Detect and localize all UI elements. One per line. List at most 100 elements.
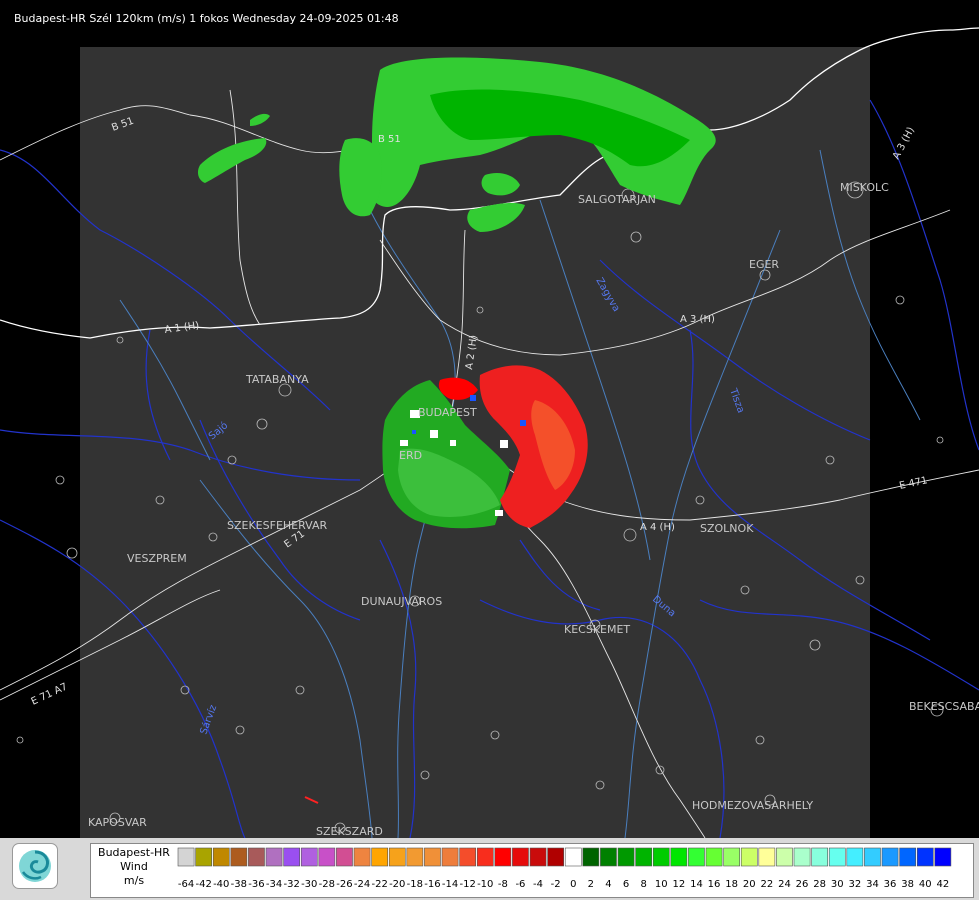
legend-swatch: [846, 847, 864, 867]
legend-swatch: [230, 847, 248, 867]
city-label: TATABANYA: [245, 373, 309, 386]
legend-swatch: [195, 847, 213, 867]
road-label: B 51: [378, 134, 401, 145]
legend-tick-label: 34: [866, 879, 879, 890]
legend-tick-label: -12: [459, 879, 475, 890]
legend-tick-label: 24: [778, 879, 791, 890]
city-label: BUDAPEST: [418, 406, 477, 419]
legend-swatch: [406, 847, 424, 867]
legend-tick-label: 22: [760, 879, 773, 890]
legend-tick-label: -22: [371, 879, 387, 890]
legend-tick-label: 12: [672, 879, 685, 890]
legend-tick-label: -32: [283, 879, 299, 890]
legend-tick-label: 14: [690, 879, 703, 890]
legend-swatch: [371, 847, 389, 867]
legend-tick-label: -30: [301, 879, 317, 890]
legend-swatch: [811, 847, 828, 867]
legend-swatch: [635, 847, 652, 867]
city-label: KAPOSVAR: [88, 816, 147, 829]
legend-swatch: [705, 847, 723, 867]
legend-swatch: [793, 847, 811, 867]
legend-swatch: [934, 847, 952, 867]
legend-swatch: [424, 847, 441, 867]
city-label: BEKESCSABA: [909, 700, 979, 713]
legend-tick-label: 28: [813, 879, 826, 890]
city-label: SZEKESFEHERVAR: [227, 519, 328, 532]
city-label: VESZPREM: [127, 552, 187, 565]
legend-tick-label: -2: [551, 879, 561, 890]
legend-tick-label: 10: [655, 879, 668, 890]
legend-swatch: [547, 847, 564, 867]
legend-tick-label: -14: [442, 879, 458, 890]
legend-tick-label: 42: [936, 879, 949, 890]
legend-tick-label: 36: [884, 879, 897, 890]
radar-map: SALGOTARJAN MISKOLC EGER TATABANYA BUDAP…: [0, 27, 979, 838]
legend-tick-label: 32: [848, 879, 861, 890]
legend-tick-label: 6: [623, 879, 629, 890]
legend-tick-label: 0: [570, 879, 576, 890]
road-label: E 471: [898, 475, 928, 492]
legend-tick-label: 30: [831, 879, 844, 890]
legend-tick-label: -34: [266, 879, 282, 890]
legend-swatch: [441, 847, 459, 867]
legend-tick-label: 38: [901, 879, 914, 890]
legend-swatch: [740, 847, 758, 867]
legend-tick-label: -18: [407, 879, 423, 890]
legend-tick-label: -36: [248, 879, 264, 890]
legend-swatch: [617, 847, 635, 867]
legend-tick-label: 26: [796, 879, 809, 890]
legend-swatch: [318, 847, 336, 867]
legend-tick-label: -42: [195, 879, 211, 890]
legend-swatch: [494, 847, 512, 867]
legend-tick-label: 40: [919, 879, 932, 890]
legend-swatch: [248, 847, 265, 867]
legend-swatch: [828, 847, 846, 867]
legend-swatch: [265, 847, 283, 867]
legend-swatch: [881, 847, 899, 867]
legend-tick-label: -10: [477, 879, 493, 890]
legend-tick-label: -20: [389, 879, 405, 890]
legend-swatch: [336, 847, 353, 867]
legend-tick-label: 2: [588, 879, 594, 890]
legend-tick-label: 4: [605, 879, 611, 890]
legend-tick-label: -26: [336, 879, 352, 890]
legend-color-scale: -64 -42 -40 -38 -36 -34 -32 -30 -28 -26 -24 -22 -20-…: [177, 847, 952, 890]
legend-swatch: [283, 847, 301, 867]
legend-swatch: [758, 847, 776, 867]
legend-swatch: [512, 847, 529, 867]
legend-swatch: [388, 847, 406, 867]
legend-swatch: [723, 847, 740, 867]
legend-swatch: [353, 847, 371, 867]
city-label: EGER: [749, 258, 779, 271]
city-label: SZEKSZARD: [316, 825, 383, 838]
legend-tick-label: -40: [213, 879, 229, 890]
city-label: DUNAUJVAROS: [361, 595, 442, 608]
legend-tick-label: -64: [178, 879, 194, 890]
road-label: A 3 (H): [891, 125, 917, 161]
legend-tick-label: -38: [231, 879, 247, 890]
city-label: KECSKEMET: [564, 623, 630, 636]
legend-swatch: [670, 847, 688, 867]
legend-tick-label: -16: [424, 879, 440, 890]
legend-swatch: [529, 847, 547, 867]
legend-tick-label: 16: [708, 879, 721, 890]
legend-swatch: [916, 847, 934, 867]
city-label: ERD: [399, 449, 422, 462]
city-label: SALGOTARJAN: [578, 193, 656, 206]
legend-tick-label: -4: [533, 879, 543, 890]
legend-tick-label: -28: [319, 879, 335, 890]
city-label: SZOLNOK: [700, 522, 754, 535]
road-label: A 4 (H): [640, 522, 675, 533]
legend-tick-label: 8: [640, 879, 646, 890]
legend-swatch: [688, 847, 705, 867]
legend-swatch: [177, 847, 195, 867]
road-label: E 71 A7: [30, 681, 70, 707]
legend-swatch: [582, 847, 600, 867]
legend-tick-label: -8: [498, 879, 508, 890]
legend-swatch: [300, 847, 318, 867]
legend-tick-label: 20: [743, 879, 756, 890]
legend-tick-label: -24: [354, 879, 370, 890]
legend-tick-label: 18: [725, 879, 738, 890]
legend-swatch: [476, 847, 494, 867]
road-label: A 3 (H): [680, 314, 715, 325]
